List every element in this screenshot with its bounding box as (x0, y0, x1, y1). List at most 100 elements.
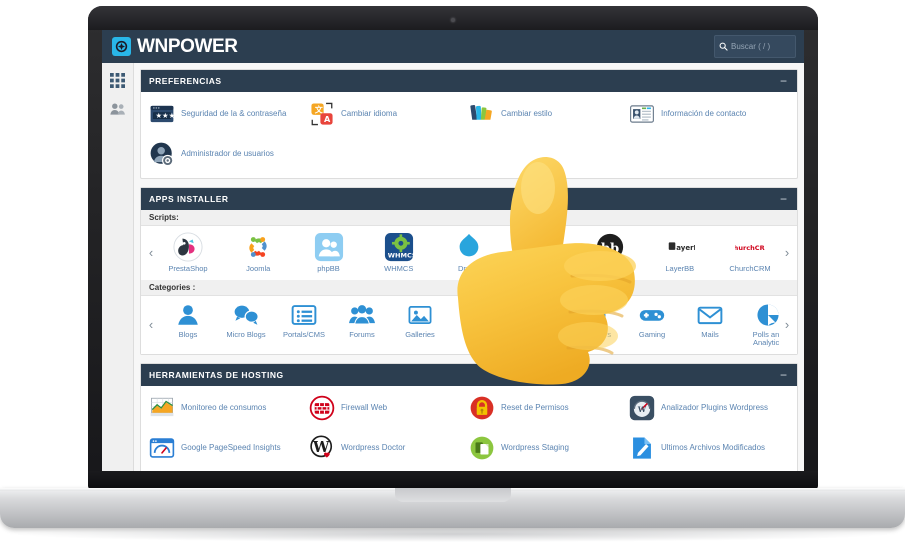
app-joomla[interactable]: Joomla (229, 232, 287, 274)
svg-text:ayerBB: ayerBB (676, 243, 695, 252)
category-label: Micro Blogs (226, 329, 266, 339)
item-label: Monitoreo de consumos (181, 403, 267, 413)
collapse-toggle-herramientas-hosting[interactable]: − (778, 369, 789, 381)
category-calendars[interactable]: Calendars (565, 302, 623, 348)
panel-body-preferencias: ★★★ Seguridad de la & contraseña 文 A Cam… (141, 92, 797, 178)
item-analizador-plugins-wordpress[interactable]: W Analizador Plugins Wordpress (629, 395, 789, 421)
category-label: Portals/CMS (282, 329, 326, 339)
item-wordpress-doctor[interactable]: W Wordpress Doctor (309, 435, 469, 461)
panel-preferencias: PREFERENCIAS − ★★★ Seguridad de la & con… (140, 69, 798, 179)
scripts-subheading: Scripts: (141, 210, 797, 226)
category-mails[interactable]: Mails (681, 302, 739, 348)
group-people-icon (349, 302, 375, 328)
app-bbpress[interactable]: bb bbPress (581, 232, 639, 274)
collapse-toggle-preferencias[interactable]: − (778, 75, 789, 87)
item-monitoreo-consumos[interactable]: Monitoreo de consumos (149, 395, 309, 421)
pie-chart-icon (755, 302, 779, 328)
app-label: WHMCS (384, 264, 414, 273)
staging-copy-icon (469, 435, 495, 461)
item-wordpress-staging[interactable]: Wordpress Staging (469, 435, 629, 461)
category-ad-management[interactable]: Ad Management (507, 302, 565, 348)
top-header-bar: WNPOWER (102, 30, 804, 63)
drupal-icon (454, 232, 484, 262)
category-label: Wikis (469, 329, 487, 339)
category-label: Ad Management (508, 329, 564, 339)
laptop-mockup: WNPOWER Buscar (/) PREFERENCIAS − ★★★ … (0, 0, 905, 544)
category-wikis[interactable]: Wikis (449, 302, 507, 348)
panel-header-apps-installer: APPS INSTALLER − (141, 188, 797, 210)
item-cambiar-estilo[interactable]: Cambiar estilo (469, 101, 629, 127)
scripts-track: PrestaShop Joomla phpBB WHMCS WHMCS Drup… (159, 232, 779, 274)
app-label: Joomla (246, 264, 271, 273)
svg-text:W: W (637, 405, 647, 414)
item-label: Cambiar idioma (341, 109, 398, 119)
chat-bubbles-icon (233, 302, 259, 328)
phpbb-icon (314, 232, 344, 262)
category-label: Mails (701, 329, 719, 339)
panel-header-herramientas-hosting: HERRAMIENTAS DE HOSTING − (141, 363, 797, 386)
panel-header-preferencias: PREFERENCIAS − (141, 70, 797, 92)
search-input[interactable] (731, 42, 791, 51)
password-security-icon: ★★★ (149, 101, 176, 127)
categories-subheading: Categories : (141, 279, 797, 296)
left-sidebar (102, 63, 134, 471)
hosting-tools-item-grid: Monitoreo de consumos Firewall Web Reset… (149, 395, 789, 471)
item-seguridad-contrasena[interactable]: ★★★ Seguridad de la & contraseña (149, 101, 309, 127)
app-body: PREFERENCIAS − ★★★ Seguridad de la & con… (102, 63, 804, 471)
item-label: Información de contacto (661, 109, 747, 119)
categories-prev-arrow[interactable]: ‹ (143, 318, 159, 331)
laptop-bezel (88, 6, 818, 30)
brand-logo-group[interactable]: WNPOWER (102, 37, 238, 56)
category-micro-blogs[interactable]: Micro Blogs (217, 302, 275, 348)
item-cambiar-idioma[interactable]: 文 A Cambiar idioma (309, 101, 469, 127)
person-icon (175, 302, 201, 328)
panel-title: HERRAMIENTAS DE HOSTING (149, 369, 284, 380)
search-icon (719, 42, 728, 51)
app-magento[interactable]: Magento (510, 232, 568, 274)
categories-carousel: ‹ Blogs Micro Blogs Portals/CMS Forums G… (141, 295, 797, 354)
categories-next-arrow[interactable]: › (779, 318, 795, 331)
collapse-toggle-apps-installer[interactable]: − (778, 193, 789, 205)
scripts-prev-arrow[interactable]: ‹ (143, 246, 159, 259)
app-layerbb[interactable]: ayerBB LayerBB (651, 232, 709, 274)
svg-text:文: 文 (315, 104, 324, 114)
svg-text:WHMCS: WHMCS (388, 251, 414, 259)
app-drupal[interactable]: Drupal (440, 232, 498, 274)
sidebar-item-users-icon[interactable] (109, 102, 126, 116)
category-portals-cms[interactable]: Portals/CMS (275, 302, 333, 348)
laptop-shadow (18, 526, 887, 542)
app-whmcs[interactable]: WHMCS WHMCS (370, 232, 428, 274)
item-label: Ultimos Archivos Modificados (661, 443, 766, 453)
app-prestashop[interactable]: PrestaShop (159, 232, 217, 274)
app-label: Drupal (457, 264, 481, 273)
translate-language-icon: 文 A (309, 101, 335, 127)
wordpress-heart-icon: W (309, 435, 335, 461)
app-phpbb[interactable]: phpBB (300, 232, 358, 274)
item-firewall-web[interactable]: Firewall Web (309, 395, 469, 421)
item-ultimos-archivos-modificados[interactable]: Ultimos Archivos Modificados (629, 435, 789, 461)
contact-card-icon (629, 101, 655, 127)
category-galleries[interactable]: Galleries (391, 302, 449, 348)
svg-text:ChurchCRM: ChurchCRM (735, 244, 765, 252)
gamepad-icon (639, 302, 665, 328)
item-reset-permisos[interactable]: Reset de Permisos (469, 395, 629, 421)
scripts-next-arrow[interactable]: › (779, 246, 795, 259)
item-google-pagespeed-insights[interactable]: Google PageSpeed Insights (149, 435, 309, 461)
panel-title: APPS INSTALLER (149, 194, 229, 204)
svg-text:★★★: ★★★ (156, 111, 176, 120)
svg-text:bb: bb (600, 242, 618, 257)
search-box[interactable] (714, 35, 796, 58)
item-informacion-contacto[interactable]: Información de contacto (629, 101, 789, 127)
item-administrador-usuarios[interactable]: Administrador de usuarios (149, 141, 309, 167)
sidebar-item-grid-icon[interactable] (110, 73, 125, 88)
category-polls-analytics[interactable]: Polls and Analytics (739, 302, 779, 348)
category-blogs[interactable]: Blogs (159, 302, 217, 348)
app-churchcrm[interactable]: ChurchCRM ChurchCRM (721, 232, 779, 274)
wordpress-analyzer-icon: W (629, 395, 655, 421)
joomla-icon (243, 232, 273, 262)
prestashop-icon (173, 232, 203, 262)
panel-title: PREFERENCIAS (149, 76, 222, 86)
pagespeed-gauge-icon (149, 435, 175, 461)
category-forums[interactable]: Forums (333, 302, 391, 348)
category-gaming[interactable]: Gaming (623, 302, 681, 348)
